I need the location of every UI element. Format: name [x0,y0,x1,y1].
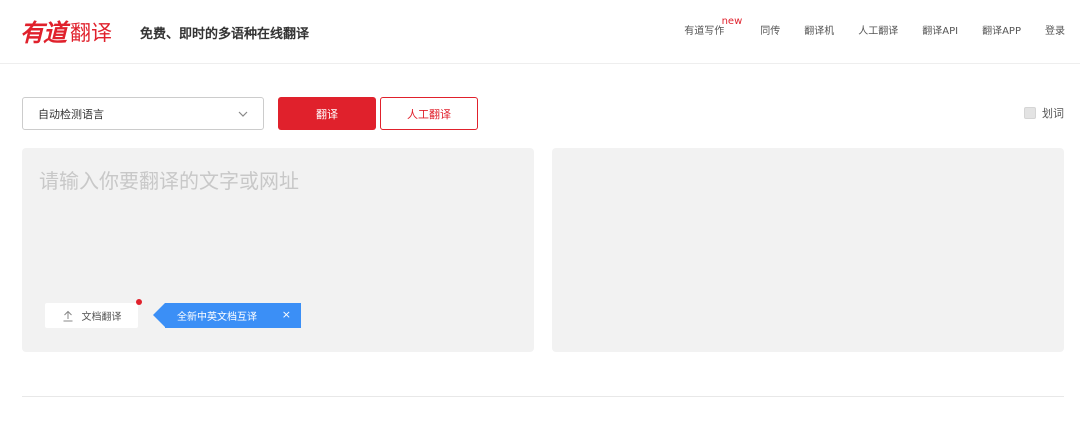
youdao-logo[interactable]: 有道 翻译 [20,14,112,48]
human-translation-button[interactable]: 人工翻译 [380,97,478,130]
language-select[interactable]: 自动检测语言 [22,97,264,130]
language-select-value: 自动检测语言 [38,107,104,121]
nav-item-app[interactable]: 翻译APP [982,24,1021,40]
huaci-label: 划词 [1042,107,1064,120]
document-translate-button[interactable]: 文档翻译 [45,299,142,328]
chevron-down-icon [238,111,248,117]
notification-dot [136,299,142,305]
top-nav: 有道写作 new 同传 翻译机 人工翻译 翻译API 翻译APP 登录 [684,17,1065,42]
promo-body: 全新中英文档互译 × [165,303,301,328]
section-divider [22,396,1064,397]
document-translate-label: 文档翻译 [81,312,122,323]
translation-result-panel [552,148,1064,352]
new-badge: new [721,16,743,27]
nav-item-api[interactable]: 翻译API [922,24,958,40]
nav-item-translator-device[interactable]: 翻译机 [804,24,834,40]
huaci-checkbox[interactable] [1024,107,1036,119]
nav-item-writing[interactable]: 有道写作 new [684,17,742,40]
promo-text: 全新中英文档互译 [177,312,257,323]
huaci-toggle[interactable]: 划词 [1024,105,1064,121]
close-icon[interactable]: × [282,308,291,322]
nav-item-interpretation[interactable]: 同传 [760,24,780,40]
nav-item-label: 有道写作 [684,26,725,37]
logo-product-text: 翻译 [70,21,112,45]
nav-item-login[interactable]: 登录 [1045,24,1065,40]
upload-icon [63,310,72,321]
source-text-panel[interactable]: 请输入你要翻译的文字或网址 文档翻译 全新中英文档互译 × [22,148,534,352]
top-header: 有道 翻译 免费、即时的多语种在线翻译 有道写作 new 同传 翻译机 人工翻译… [0,0,1080,64]
tagline: 免费、即时的多语种在线翻译 [140,27,310,42]
promo-arrow [153,303,165,327]
logo-brand-text: 有道 [20,18,67,47]
nav-item-human-translation[interactable]: 人工翻译 [858,24,898,40]
translate-button[interactable]: 翻译 [278,97,376,130]
source-text-placeholder[interactable]: 请输入你要翻译的文字或网址 [39,168,299,194]
promo-tooltip: 全新中英文档互译 × [153,303,301,328]
